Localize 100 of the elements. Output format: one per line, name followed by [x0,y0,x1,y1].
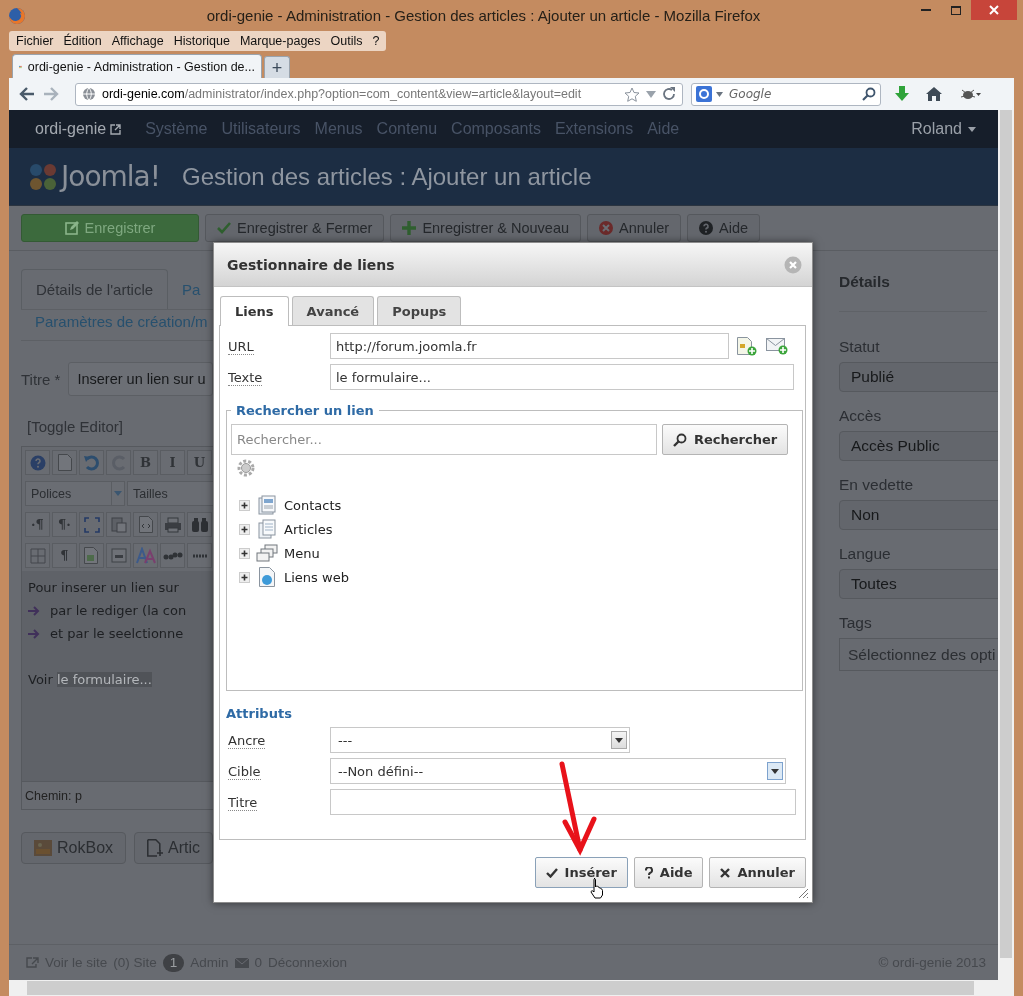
bug-icon[interactable] [959,87,981,101]
page-title: Gestion des articles : Ajouter un article [181,162,592,191]
url-field[interactable]: http://forum.joomla.fr [330,333,729,359]
gear-icon[interactable] [237,459,255,477]
title-field[interactable]: Inserer un lien sur u [68,362,213,396]
forward-icon[interactable] [43,87,59,101]
nav-item[interactable]: Menus [314,120,363,138]
command-bar-entry[interactable]: ? [367,34,385,48]
search-input[interactable]: Google [727,86,858,102]
horizontal-scrollbar[interactable] [9,980,1014,996]
site-link[interactable]: ordi-genie [35,120,122,138]
close-button[interactable] [971,0,1017,20]
expand-icon[interactable] [239,547,250,559]
format-button[interactable]: B [133,450,158,475]
select-field[interactable]: Accès Public [839,431,998,461]
editor-button[interactable] [25,450,50,475]
dropdown-icon[interactable] [716,91,723,97]
toolbar-button[interactable]: Enregistrer [21,214,199,242]
search-button[interactable]: Rechercher [662,424,789,455]
editor-button[interactable]: Artic [134,832,213,864]
back-icon[interactable] [19,87,35,101]
nav-item[interactable]: Contenu [376,120,438,138]
editor-button[interactable] [52,450,77,475]
toolbar-button[interactable]: Enregistrer & Nouveau [390,214,582,242]
format-button[interactable]: ¶· [52,512,77,537]
dialog-tab[interactable]: Liens [220,296,289,326]
nav-item[interactable]: Système [145,120,208,138]
command-bar-entry[interactable]: Outils [325,34,368,48]
tree-item[interactable]: Menu [284,545,320,561]
command-bar-entry[interactable]: Édition [58,34,107,48]
toolbar-button[interactable]: Enregistrer & Fermer [205,214,385,242]
editor-button[interactable] [106,543,131,568]
editor-button[interactable] [160,543,185,568]
tree-item[interactable]: Articles [284,521,333,537]
command-bar-entry[interactable]: Marque-pages [234,34,326,48]
editor-button[interactable] [106,512,131,537]
editor-select[interactable]: Polices [25,481,125,506]
dialog-tab[interactable]: Avancé [291,296,375,325]
command-bar-entry[interactable]: Fichier [11,34,59,48]
format-button[interactable]: ·¶ [25,512,50,537]
new-tab-button[interactable]: + [264,56,290,78]
editor-button[interactable] [79,512,104,537]
tree-item[interactable]: Contacts [284,497,342,513]
editor-button[interactable] [133,543,158,568]
editor-button[interactable] [160,512,185,537]
star-icon[interactable] [624,86,640,102]
download-icon[interactable] [895,86,909,102]
nav-item[interactable]: Extensions [554,120,634,138]
expand-icon[interactable] [239,523,250,535]
select-field[interactable]: Toutes [839,569,998,599]
browser-tab[interactable]: ordi-genie - Administration - Gestion de... [12,54,262,78]
close-icon[interactable] [784,255,802,274]
add-file-icon[interactable] [737,336,757,356]
editor-button[interactable] [79,450,104,475]
home-icon[interactable] [925,86,943,102]
nav-item[interactable]: Utilisateurs [221,120,301,138]
editor-button[interactable] [133,512,158,537]
printer-icon [163,516,182,533]
search-field[interactable]: Rechercher... [231,424,657,455]
expand-icon[interactable] [239,571,250,583]
editor-button[interactable] [187,512,212,537]
editor-select[interactable]: Tailles [127,481,213,506]
dialog-tab[interactable]: Popups [377,296,462,325]
toolbar-button[interactable]: Annuler [587,214,682,242]
add-email-icon[interactable] [766,337,788,355]
nav-item[interactable]: Aide [647,120,680,138]
title-field[interactable] [330,789,796,815]
editor-button[interactable] [25,543,50,568]
article-tab[interactable]: Détails de l'article [21,269,169,310]
dropdown-icon[interactable] [646,90,656,98]
editor-button[interactable] [187,543,212,568]
select-field[interactable]: --Non défini-- [330,758,786,784]
editor-button[interactable]: RokBox [21,832,127,864]
nav-item[interactable]: Composants [451,120,541,138]
select-field[interactable]: --- [330,727,630,753]
editor-button[interactable] [79,543,104,568]
select-field[interactable]: Non [839,500,998,530]
address-bar[interactable]: ordi-genie.com/administrator/index.php?option=com_content&view=article&layout=edit [75,82,683,106]
dialog-button[interactable]: Annuler [709,857,806,888]
toolbar-button[interactable]: Aide [687,214,761,242]
tree-item[interactable]: Liens web [284,569,349,585]
command-bar-entry[interactable]: Affichage [106,34,169,48]
tags-field[interactable]: Sélectionnez des opti [839,638,998,671]
select-field[interactable]: Publié [839,362,998,392]
format-button[interactable]: U [187,450,212,475]
search-icon[interactable] [862,87,876,101]
toggle-editor-link[interactable]: [Toggle Editor] [27,418,213,435]
code-icon [138,516,153,533]
format-button[interactable]: I [160,450,185,475]
expand-icon[interactable] [239,499,250,511]
user-menu[interactable]: Roland [911,120,976,138]
command-bar-entry[interactable]: Historique [168,34,235,48]
dialog-button[interactable]: Aide [633,857,704,888]
text-field[interactable]: le formulaire... [330,364,794,390]
resize-grip-icon[interactable] [798,888,809,899]
search-field[interactable]: Google [691,82,881,106]
reload-icon[interactable] [662,87,676,101]
format-button[interactable]: ¶ [52,543,77,568]
vertical-scrollbar[interactable] [998,110,1014,980]
dialog-button[interactable]: Insérer [534,857,628,888]
